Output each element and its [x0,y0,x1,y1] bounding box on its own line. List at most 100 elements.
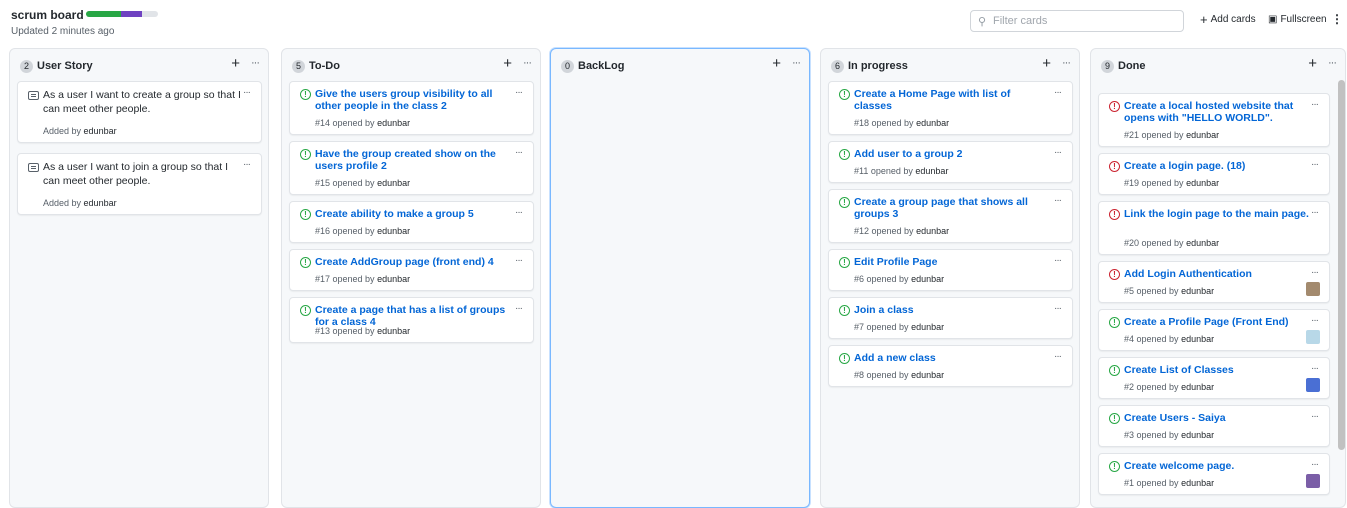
card-title[interactable]: Create List of Classes [1124,364,1316,376]
ellipsis-icon[interactable]: ··· [515,303,523,314]
ellipsis-icon[interactable]: ··· [1054,87,1062,98]
card[interactable]: ! Create a Home Page with list of classes… [828,81,1073,135]
ellipsis-icon[interactable]: ··· [1054,351,1062,362]
ellipsis-icon[interactable]: ··· [515,207,523,218]
ellipsis-icon[interactable]: ··· [523,57,532,69]
card-title[interactable]: Create a group page that shows all group… [854,196,1046,220]
card[interactable]: ! Add a new class #8 opened by edunbar ··· [828,345,1073,387]
ellipsis-icon[interactable]: ··· [1054,195,1062,206]
ellipsis-icon[interactable]: ··· [1062,57,1071,69]
card-title[interactable]: Create a login page. (18) [1124,160,1316,172]
ellipsis-icon[interactable]: ··· [1311,267,1319,278]
ellipsis-icon[interactable]: ··· [1054,147,1062,158]
card[interactable]: ! Create a login page. (18) #19 opened by … [1098,153,1330,195]
card-author[interactable]: edunbar [915,166,948,176]
add-cards-button[interactable]: + Add cards [1200,13,1256,26]
plus-icon[interactable]: + [772,55,781,72]
column-user-story[interactable]: 2 User Story + ··· As a user I want to creat… [9,48,269,508]
card-author[interactable]: edunbar [1181,478,1214,488]
ellipsis-icon[interactable]: ··· [1311,207,1319,218]
column-done[interactable]: 9 Done + ···! Create a local hosted website … [1090,48,1346,508]
filter-cards-input[interactable] [993,15,1173,27]
card-title[interactable]: Create a local hosted website that opens… [1124,100,1316,124]
plus-icon[interactable]: + [1042,55,1051,72]
card-title[interactable]: Have the group created show on the users… [315,148,507,172]
ellipsis-icon[interactable]: ··· [792,57,801,69]
card-author[interactable]: edunbar [377,178,410,188]
card-title[interactable]: Add a new class [854,352,1046,364]
ellipsis-icon[interactable]: ··· [515,147,523,158]
assignee-avatar[interactable] [1306,474,1320,488]
card[interactable]: ! Create AddGroup page (front end) 4 #17 o… [289,249,534,291]
card-author[interactable]: edunbar [916,226,949,236]
card[interactable]: ! Join a class #7 opened by edunbar ··· [828,297,1073,339]
card-author[interactable]: edunbar [377,326,410,336]
ellipsis-icon[interactable]: ··· [1054,303,1062,314]
plus-icon[interactable]: + [503,55,512,72]
assignee-avatar[interactable] [1306,330,1320,344]
ellipsis-icon[interactable]: ··· [251,57,260,69]
card-author[interactable]: edunbar [1181,286,1214,296]
ellipsis-icon[interactable]: ··· [1311,363,1319,374]
card[interactable]: ! Edit Profile Page #6 opened by edunbar ··… [828,249,1073,291]
ellipsis-icon[interactable]: ··· [1328,57,1337,69]
ellipsis-icon[interactable]: ··· [243,159,251,170]
card-author[interactable]: edunbar [911,370,944,380]
card-author[interactable]: edunbar [1186,178,1219,188]
card[interactable]: ! Create ability to make a group 5 #16 ope… [289,201,534,243]
card-author[interactable]: edunbar [916,118,949,128]
card[interactable]: ! Give the users group visibility to all … [289,81,534,135]
ellipsis-icon[interactable]: ··· [1311,159,1319,170]
card-title[interactable]: Edit Profile Page [854,256,1046,268]
card-title[interactable]: Join a class [854,304,1046,316]
plus-icon[interactable]: + [1308,55,1317,72]
ellipsis-icon[interactable]: ··· [1311,315,1319,326]
card-author[interactable]: edunbar [377,274,410,284]
card-title[interactable]: Link the login page to the main page. [1124,208,1316,220]
ellipsis-icon[interactable]: ··· [1311,459,1319,470]
column-to-do[interactable]: 5 To-Do + ···! Give the users group visibili… [281,48,541,508]
card[interactable]: ! Create welcome page. #1 opened by edunba… [1098,453,1330,495]
card-title[interactable]: Give the users group visibility to all o… [315,88,507,112]
card-author[interactable]: edunbar [911,322,944,332]
card-author[interactable]: edunbar [1181,382,1214,392]
assignee-avatar[interactable] [1306,378,1320,392]
fullscreen-button[interactable]: ▣ Fullscreen [1268,14,1327,25]
board-menu-icon[interactable]: ⋮ [1331,12,1343,26]
card-title[interactable]: Add Login Authentication [1124,268,1316,280]
ellipsis-icon[interactable]: ··· [1311,99,1319,110]
card[interactable]: ! Add Login Authentication #5 opened by ed… [1098,261,1330,303]
card-author[interactable]: edunbar [377,118,410,128]
done-column-scrollbar[interactable] [1338,80,1345,450]
card[interactable]: ! Create a page that has a list of groups… [289,297,534,343]
ellipsis-icon[interactable]: ··· [1311,411,1319,422]
card-author[interactable]: edunbar [377,226,410,236]
ellipsis-icon[interactable]: ··· [243,87,251,98]
card-title[interactable]: Create Users - Saiya [1124,412,1316,424]
card[interactable]: ! Add user to a group 2 #11 opened by edun… [828,141,1073,183]
card-author[interactable]: edunbar [84,198,117,208]
assignee-avatar[interactable] [1306,282,1320,296]
card-title[interactable]: Create a Home Page with list of classes [854,88,1046,112]
ellipsis-icon[interactable]: ··· [515,87,523,98]
plus-icon[interactable]: + [231,55,240,72]
card[interactable]: ! Create a Profile Page (Front End) #4 ope… [1098,309,1330,351]
card-title[interactable]: Create ability to make a group 5 [315,208,507,220]
column-backlog[interactable]: 0 BackLog + ··· [550,48,810,508]
card-author[interactable]: edunbar [1186,238,1219,248]
card-title[interactable]: Create a Profile Page (Front End) [1124,316,1316,328]
column-in-progress[interactable]: 6 In progress + ···! Create a Home Page with… [820,48,1080,508]
card-author[interactable]: edunbar [84,126,117,136]
ellipsis-icon[interactable]: ··· [1054,255,1062,266]
card[interactable]: ! Create a group page that shows all grou… [828,189,1073,243]
card-author[interactable]: edunbar [1186,130,1219,140]
card[interactable]: ! Create Users - Saiya #3 opened by edunba… [1098,405,1330,447]
ellipsis-icon[interactable]: ··· [515,255,523,266]
card[interactable]: ! Have the group created show on the user… [289,141,534,195]
card-title[interactable]: Add user to a group 2 [854,148,1046,160]
card[interactable]: As a user I want to create a group so th… [17,81,262,143]
card-author[interactable]: edunbar [1181,430,1214,440]
card-author[interactable]: edunbar [911,274,944,284]
card-title[interactable]: Create a page that has a list of groups … [315,304,507,328]
card-author[interactable]: edunbar [1181,334,1214,344]
